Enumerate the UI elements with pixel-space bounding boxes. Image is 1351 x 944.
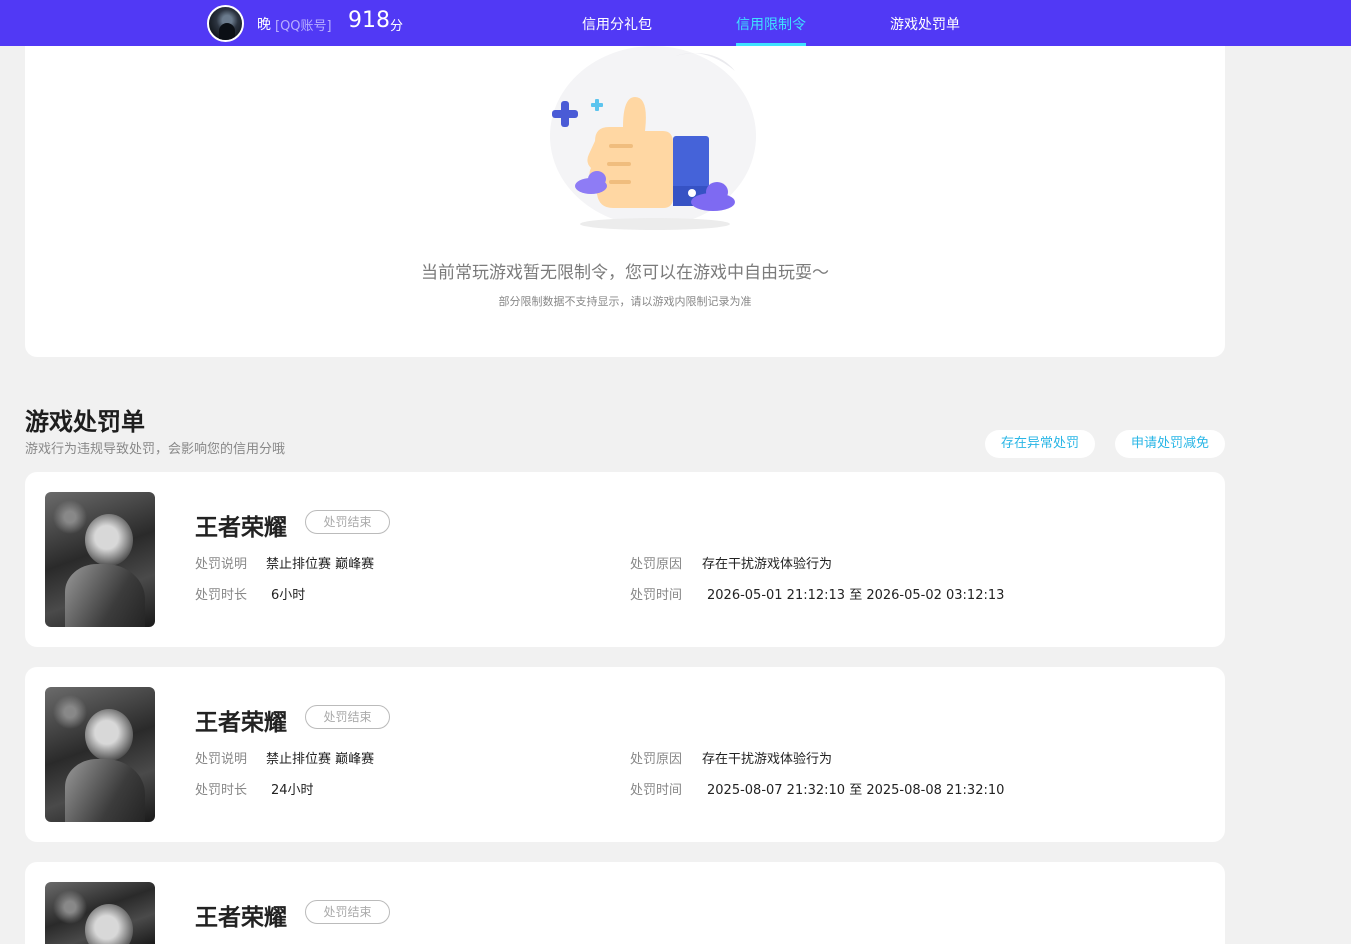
time-label: 处罚时间 <box>630 783 683 798</box>
game-name: 王者荣耀 <box>195 710 287 736</box>
game-name: 王者荣耀 <box>195 905 287 931</box>
empty-state-note: 部分限制数据不支持显示，请以游戏内限制记录为准 <box>498 295 752 308</box>
penalty-card: 王者荣耀 处罚结束 <box>25 862 1225 944</box>
desc-label: 处罚说明 <box>195 557 248 572</box>
duration-label: 处罚时长 <box>195 783 248 798</box>
status-badge: 处罚结束 <box>305 900 390 924</box>
apply-reduction-button[interactable]: 申请处罚减免 <box>1115 430 1225 458</box>
tab-game-penalty[interactable]: 游戏处罚单 <box>890 14 960 34</box>
duration-value: 6小时 <box>271 588 306 603</box>
duration-value: 24小时 <box>271 783 314 798</box>
thumbs-up-illustration <box>550 46 756 230</box>
status-badge: 处罚结束 <box>305 510 390 534</box>
section-subtitle: 游戏行为违规导致处罚，会影响您的信用分哦 <box>25 442 286 457</box>
game-name: 王者荣耀 <box>195 515 287 541</box>
nickname: 晚 <box>257 17 271 33</box>
duration-label: 处罚时长 <box>195 588 248 603</box>
penalty-card: 王者荣耀 处罚结束 处罚说明 禁止排位赛 巅峰赛 处罚原因 存在干扰游戏体验行为… <box>25 667 1225 842</box>
time-value: 2026-05-01 21:12:13 至 2026-05-02 03:12:1… <box>707 588 1005 603</box>
status-badge: 处罚结束 <box>305 705 390 729</box>
game-cover-image <box>45 492 155 627</box>
credit-score-unit: 分 <box>390 19 404 34</box>
reason-value: 存在干扰游戏体验行为 <box>702 752 833 767</box>
game-cover-image <box>45 882 155 944</box>
tab-credit-gift[interactable]: 信用分礼包 <box>582 14 652 34</box>
game-cover-image <box>45 687 155 822</box>
limit-order-card: 当前常玩游戏暂无限制令，您可以在游戏中自由玩耍～ 部分限制数据不支持显示，请以游… <box>25 46 1225 357</box>
empty-state-message: 当前常玩游戏暂无限制令，您可以在游戏中自由玩耍～ <box>421 263 829 283</box>
section-title: 游戏处罚单 <box>25 408 145 436</box>
reason-label: 处罚原因 <box>630 752 683 767</box>
top-nav-bar: 晚 [QQ账号] 918 分 信用分礼包 信用限制令 游戏处罚单 <box>0 0 1351 46</box>
avatar[interactable] <box>207 5 244 42</box>
reason-label: 处罚原因 <box>630 557 683 572</box>
credit-score: 918 <box>348 8 390 33</box>
desc-value: 禁止排位赛 巅峰赛 <box>266 752 375 767</box>
tab-credit-limit[interactable]: 信用限制令 <box>736 14 806 34</box>
time-value: 2025-08-07 21:32:10 至 2025-08-08 21:32:1… <box>707 783 1005 798</box>
desc-label: 处罚说明 <box>195 752 248 767</box>
penalty-card: 王者荣耀 处罚结束 处罚说明 禁止排位赛 巅峰赛 处罚原因 存在干扰游戏体验行为… <box>25 472 1225 647</box>
abnormal-penalty-button[interactable]: 存在异常处罚 <box>985 430 1095 458</box>
time-label: 处罚时间 <box>630 588 683 603</box>
account-type: [QQ账号] <box>275 19 332 34</box>
desc-value: 禁止排位赛 巅峰赛 <box>266 557 375 572</box>
reason-value: 存在干扰游戏体验行为 <box>702 557 833 572</box>
